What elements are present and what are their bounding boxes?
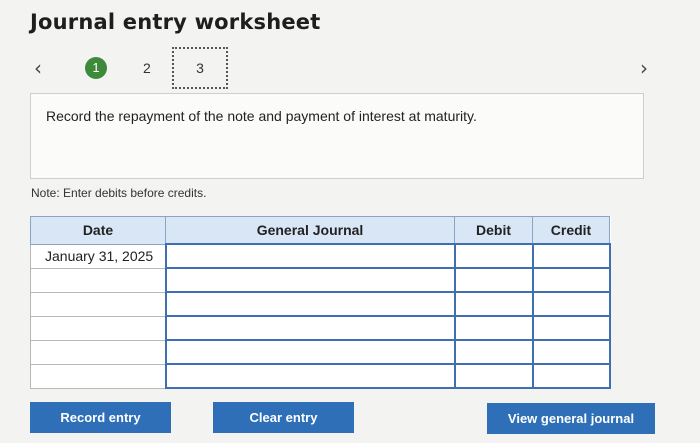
general-journal-input[interactable] — [164, 267, 456, 293]
table-row — [30, 339, 611, 365]
debit-input[interactable] — [453, 291, 534, 317]
debit-input[interactable] — [453, 243, 534, 269]
table-row — [30, 315, 611, 341]
table-row — [30, 291, 611, 317]
table-row — [30, 363, 611, 389]
table-row — [30, 267, 611, 293]
credit-input[interactable] — [531, 315, 611, 341]
clear-entry-button[interactable]: Clear entry — [213, 402, 354, 433]
date-cell — [30, 267, 166, 293]
view-general-journal-button[interactable]: View general journal — [487, 403, 655, 434]
step-2-button[interactable]: 2 — [143, 57, 151, 79]
journal-table: Date General Journal Debit Credit Januar… — [30, 216, 611, 389]
chevron-left-icon[interactable]: ‹ — [34, 56, 42, 80]
general-journal-input[interactable] — [164, 339, 456, 365]
date-cell — [30, 315, 166, 341]
credit-input[interactable] — [531, 363, 611, 389]
date-cell — [30, 339, 166, 365]
general-journal-input[interactable] — [164, 291, 456, 317]
step-3-button[interactable]: 3 — [172, 47, 228, 89]
instruction-box: Record the repayment of the note and pay… — [30, 93, 644, 179]
credit-input[interactable] — [531, 291, 611, 317]
record-entry-button[interactable]: Record entry — [30, 402, 171, 433]
debit-input[interactable] — [453, 315, 534, 341]
credit-header: Credit — [532, 216, 610, 245]
date-cell — [30, 291, 166, 317]
chevron-right-icon[interactable]: › — [640, 56, 648, 80]
credit-input[interactable] — [531, 243, 611, 269]
table-header-row: Date General Journal Debit Credit — [30, 216, 610, 245]
general-journal-input[interactable] — [164, 363, 456, 389]
credit-input[interactable] — [531, 339, 611, 365]
debit-header: Debit — [454, 216, 533, 245]
debit-input[interactable] — [453, 339, 534, 365]
instruction-text: Record the repayment of the note and pay… — [46, 108, 477, 124]
debit-input[interactable] — [453, 363, 534, 389]
page-title: Journal entry worksheet — [30, 10, 321, 34]
credit-input[interactable] — [531, 267, 611, 293]
general-journal-input[interactable] — [164, 315, 456, 341]
note-text: Note: Enter debits before credits. — [31, 186, 207, 200]
general-journal-input[interactable] — [164, 243, 456, 269]
date-cell — [30, 363, 166, 389]
debit-input[interactable] — [453, 267, 534, 293]
date-cell: January 31, 2025 — [30, 243, 166, 269]
step-1-button[interactable]: 1 — [85, 57, 107, 79]
date-header: Date — [30, 216, 166, 245]
general-journal-header: General Journal — [165, 216, 455, 245]
table-row: January 31, 2025 — [30, 243, 611, 269]
